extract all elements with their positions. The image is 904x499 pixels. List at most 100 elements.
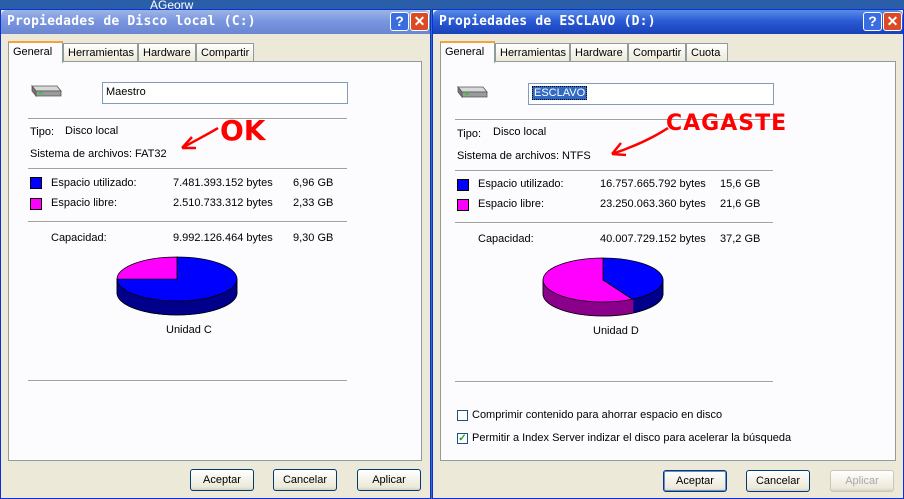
type-value: Disco local bbox=[493, 126, 547, 138]
used-space-bytes: 7.481.393.152 bytes bbox=[173, 177, 273, 189]
close-button[interactable]: ✕ bbox=[410, 12, 429, 31]
pie-side-used bbox=[203, 297, 208, 313]
pie-side-used bbox=[182, 300, 187, 316]
left-titlebar[interactable]: Propiedades de Disco local (C:) ? ✕ bbox=[1, 10, 430, 34]
pie-side-free bbox=[564, 296, 569, 313]
free-space-label: Espacio libre: bbox=[478, 198, 545, 210]
pie-side-free bbox=[621, 300, 625, 316]
pie-side-used bbox=[164, 300, 168, 316]
pie-side-used bbox=[158, 299, 162, 315]
pie-side-used bbox=[167, 300, 172, 316]
tab-compartir[interactable]: Compartir bbox=[628, 43, 686, 61]
volume-name-input[interactable]: Maestro bbox=[102, 82, 348, 104]
right-properties-dialog: Propiedades de ESCLAVO (D:) ? ✕ General … bbox=[432, 9, 904, 499]
pie-side-free bbox=[624, 299, 628, 315]
pie-side-used bbox=[632, 298, 636, 314]
drive-unit-label: Unidad D bbox=[593, 325, 639, 337]
pie-side-free bbox=[605, 301, 610, 317]
pie-side-free bbox=[599, 301, 604, 317]
pie-side-used bbox=[179, 300, 184, 316]
pie-side-free bbox=[567, 297, 571, 313]
close-button[interactable]: ✕ bbox=[883, 12, 902, 31]
separator bbox=[28, 380, 347, 382]
tab-hardware[interactable]: Hardware bbox=[570, 43, 628, 61]
pie-side-used bbox=[186, 300, 190, 316]
left-title: Propiedades de Disco local (C:) bbox=[7, 14, 256, 29]
pie-side-free bbox=[572, 298, 577, 314]
pie-side-free bbox=[587, 300, 591, 316]
ok-annotation-text: OK bbox=[220, 114, 267, 147]
tab-hardware[interactable]: Hardware bbox=[138, 43, 196, 61]
pie-side-used bbox=[144, 297, 148, 313]
tab-general[interactable]: General bbox=[8, 41, 63, 63]
capacity-bytes: 9.992.126.464 bytes bbox=[173, 232, 273, 244]
ok-button[interactable]: Aceptar bbox=[663, 470, 727, 492]
cancel-button[interactable]: Cancelar bbox=[746, 470, 810, 492]
separator bbox=[28, 221, 347, 223]
separator bbox=[455, 222, 773, 224]
compress-checkbox[interactable] bbox=[457, 410, 468, 421]
pie-side-free bbox=[596, 301, 601, 317]
cancel-button[interactable]: Cancelar bbox=[273, 469, 337, 491]
pie-side-used bbox=[219, 293, 222, 309]
disk-usage-pie-chart bbox=[542, 257, 664, 317]
pie-side-used bbox=[637, 296, 642, 313]
pie-side-used bbox=[136, 294, 140, 311]
pie-side-used bbox=[176, 300, 181, 316]
pie-side-free bbox=[593, 301, 598, 317]
index-checkbox[interactable]: ✓ bbox=[457, 433, 468, 444]
apply-button[interactable]: Aplicar bbox=[357, 469, 421, 491]
pie-side-used bbox=[216, 294, 220, 310]
pie-side-free bbox=[578, 299, 582, 315]
index-label[interactable]: Permitir a Index Server indizar el disco… bbox=[472, 432, 791, 444]
used-space-swatch bbox=[457, 179, 469, 191]
used-space-label: Espacio utilizado: bbox=[51, 177, 137, 189]
type-label: Tipo: bbox=[30, 126, 55, 138]
pie-side-free bbox=[558, 294, 561, 310]
pie-side-free bbox=[590, 301, 594, 317]
type-label: Tipo: bbox=[457, 128, 482, 140]
tab-herramientas[interactable]: Herramientas bbox=[63, 43, 138, 61]
type-value: Disco local bbox=[65, 125, 119, 137]
separator bbox=[455, 381, 773, 383]
pie-slice-free bbox=[116, 256, 178, 280]
pie-side-free bbox=[560, 295, 564, 311]
pie-side-used bbox=[141, 296, 145, 312]
cagaste-arrow-annotation: CAGASTE bbox=[611, 111, 787, 157]
free-space-gb: 21,6 GB bbox=[720, 198, 761, 210]
pie-side-free bbox=[602, 301, 607, 317]
help-button[interactable]: ? bbox=[390, 12, 409, 31]
pie-side-used bbox=[130, 292, 133, 309]
pie-side-used bbox=[645, 294, 648, 310]
free-space-swatch bbox=[30, 198, 42, 210]
help-button[interactable]: ? bbox=[863, 12, 882, 31]
right-titlebar[interactable]: Propiedades de ESCLAVO (D:) ? ✕ bbox=[433, 10, 903, 34]
used-space-gb: 15,6 GB bbox=[720, 178, 761, 190]
ok-button[interactable]: Aceptar bbox=[190, 469, 254, 491]
disk-usage-pie-chart bbox=[116, 256, 238, 316]
tab-compartir[interactable]: Compartir bbox=[196, 43, 254, 61]
filesystem-value: NTFS bbox=[562, 150, 591, 162]
pie-side-used bbox=[155, 299, 159, 315]
filesystem-label: Sistema de archivos: bbox=[457, 150, 560, 162]
cagaste-annotation-text: CAGASTE bbox=[666, 111, 787, 136]
tab-general[interactable]: General bbox=[440, 41, 495, 63]
compress-label[interactable]: Comprimir contenido para ahorrar espacio… bbox=[472, 409, 722, 421]
pie-side-free bbox=[584, 300, 588, 316]
pie-side-used bbox=[642, 295, 646, 311]
capacity-label: Capacidad: bbox=[478, 233, 534, 245]
pie-side-free bbox=[556, 293, 559, 310]
capacity-gb: 9,30 GB bbox=[293, 232, 334, 244]
pie-side-free bbox=[562, 295, 566, 312]
tab-cuota[interactable]: Cuota bbox=[686, 43, 728, 61]
used-space-gb: 6,96 GB bbox=[293, 177, 334, 189]
pie-side-free bbox=[608, 301, 613, 317]
right-title: Propiedades de ESCLAVO (D:) bbox=[439, 14, 656, 29]
pie-side-used bbox=[211, 295, 216, 312]
filesystem-value: FAT32 bbox=[135, 148, 167, 160]
tab-herramientas[interactable]: Herramientas bbox=[495, 43, 570, 61]
left-properties-dialog: Propiedades de Disco local (C:) ? ✕ Gene… bbox=[0, 9, 431, 499]
separator bbox=[455, 170, 773, 172]
volume-name-input[interactable]: ESCLAVO bbox=[528, 83, 774, 105]
apply-button[interactable]: Aplicar bbox=[830, 470, 894, 492]
